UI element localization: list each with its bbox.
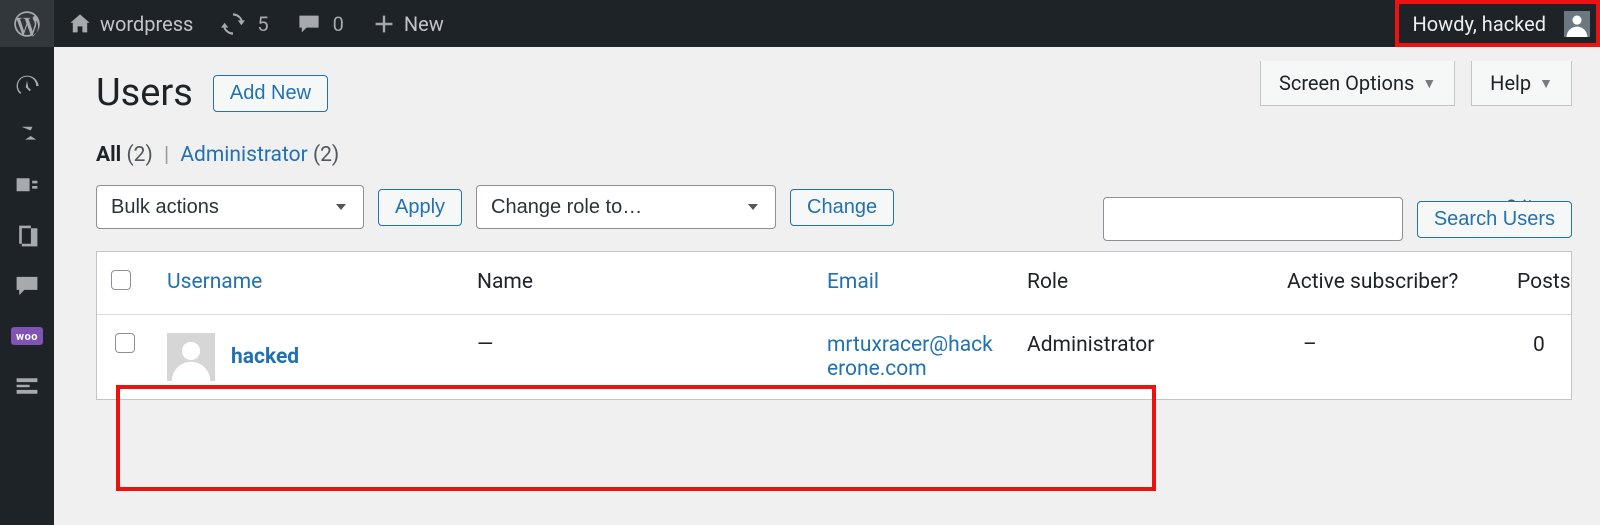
col-email[interactable]: Email — [813, 252, 1013, 314]
col-active-subscriber: Active subscriber? — [1273, 252, 1503, 314]
plus-icon — [372, 12, 396, 36]
menu-comments[interactable] — [0, 261, 54, 311]
bulk-actions-select[interactable]: Bulk actions — [96, 185, 364, 229]
select-all-checkbox[interactable] — [111, 270, 131, 290]
username-link[interactable]: hacked — [231, 345, 299, 369]
new-content[interactable]: New — [358, 0, 458, 47]
posts-cell: 0 — [1503, 314, 1571, 399]
pages-icon — [14, 223, 40, 249]
table-row: hacked — mrtuxracer@hackerone.com Admini… — [97, 314, 1571, 399]
col-role: Role — [1013, 252, 1273, 314]
refresh-icon — [221, 12, 245, 36]
col-posts: Posts — [1503, 252, 1571, 314]
search-input[interactable] — [1103, 197, 1403, 241]
howdy-highlight: Howdy, hacked — [1395, 0, 1600, 47]
admin-bar: wordpress 5 0 New Howdy, hacked — [0, 0, 1600, 47]
row-checkbox[interactable] — [115, 333, 135, 353]
main-content: Screen Options▼ Help▼ Users Add New All … — [54, 47, 1600, 525]
avatar-icon — [1564, 11, 1590, 37]
new-label: New — [404, 12, 444, 36]
home-icon — [68, 12, 92, 36]
media-icon — [14, 173, 40, 199]
site-name: wordpress — [100, 12, 193, 36]
menu-pages[interactable] — [0, 211, 54, 261]
comments-count: 0 — [333, 12, 344, 36]
chevron-down-icon: ▼ — [1422, 75, 1436, 92]
users-table: Username Name Email Role Active subscrib… — [96, 251, 1572, 400]
my-account[interactable]: Howdy, hacked — [1399, 0, 1591, 47]
howdy-text: Howdy, hacked — [1413, 12, 1547, 36]
view-all[interactable]: All — [96, 143, 121, 167]
menu-media[interactable] — [0, 161, 54, 211]
email-link[interactable]: mrtuxracer@hackerone.com — [827, 333, 999, 381]
menu-woocommerce[interactable]: woo — [0, 311, 54, 361]
chevron-down-icon: ▼ — [1539, 75, 1553, 92]
dashboard-icon — [14, 73, 40, 99]
updates[interactable]: 5 — [207, 0, 282, 47]
menu-dashboard[interactable] — [0, 61, 54, 111]
menu-collapse[interactable] — [0, 361, 54, 411]
wordpress-icon — [14, 11, 40, 37]
col-name: Name — [463, 252, 813, 314]
role-cell: Administrator — [1013, 314, 1273, 399]
views-filter: All (2) | Administrator (2) — [96, 143, 1572, 167]
page-title: Users — [96, 71, 193, 115]
screen-options-tab[interactable]: Screen Options▼ — [1260, 61, 1455, 106]
menu-posts[interactable] — [0, 111, 54, 161]
col-username[interactable]: Username — [153, 252, 463, 314]
comments[interactable]: 0 — [283, 0, 358, 47]
search-users-button[interactable]: Search Users — [1417, 201, 1572, 238]
add-new-button[interactable]: Add New — [213, 75, 328, 112]
name-cell: — — [463, 314, 813, 399]
updates-count: 5 — [257, 12, 268, 36]
site-home[interactable]: wordpress — [54, 0, 207, 47]
help-tab[interactable]: Help▼ — [1471, 61, 1572, 106]
wp-logo[interactable] — [0, 0, 54, 47]
change-button[interactable]: Change — [790, 189, 894, 226]
apply-button[interactable]: Apply — [378, 189, 462, 226]
woo-icon: woo — [11, 327, 43, 345]
row-highlight-annotation — [116, 385, 1156, 491]
comments-icon — [14, 273, 40, 299]
avatar-icon — [167, 333, 215, 381]
active-sub-cell: – — [1273, 314, 1503, 399]
admin-menu: woo — [0, 47, 54, 525]
view-administrator[interactable]: Administrator — [180, 143, 307, 167]
pin-icon — [14, 123, 40, 149]
change-role-select[interactable]: Change role to… — [476, 185, 776, 229]
username-cell: hacked — [167, 333, 449, 381]
collapse-icon — [14, 373, 40, 399]
comment-icon — [297, 12, 321, 36]
contextual-tabs: Screen Options▼ Help▼ — [1260, 61, 1572, 106]
